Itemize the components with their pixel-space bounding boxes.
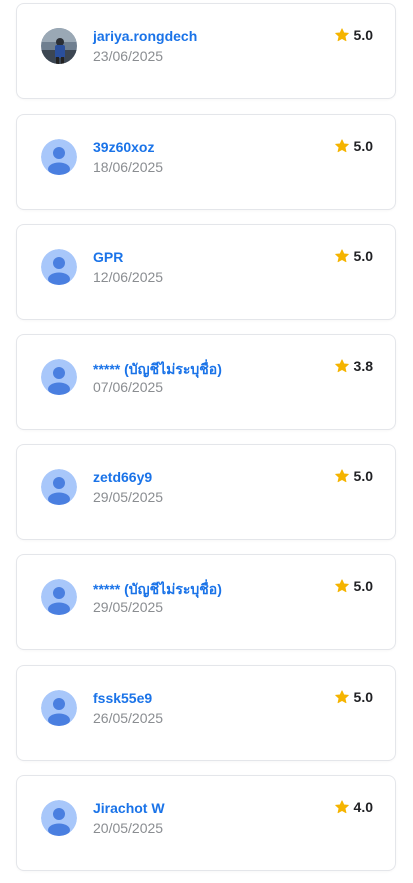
default-user-avatar[interactable] — [41, 800, 77, 836]
default-user-avatar[interactable] — [41, 469, 77, 505]
review-card: Jirachot W 20/05/2025 4.0 — [16, 775, 396, 871]
reviewer-name[interactable]: ***** (บัญชีไม่ระบุชื่อ) — [93, 359, 222, 381]
reviewer-name[interactable]: zetd66y9 — [93, 469, 152, 485]
default-user-avatar[interactable] — [41, 249, 77, 285]
star-icon — [334, 27, 350, 43]
review-date: 23/06/2025 — [93, 48, 164, 64]
rating-value: 5.0 — [353, 468, 373, 484]
star-icon — [334, 138, 350, 154]
star-icon — [334, 689, 350, 705]
review-date: 29/05/2025 — [93, 599, 164, 615]
rating-value: 3.8 — [353, 358, 373, 374]
reviewer-name[interactable]: 39z60xoz — [93, 139, 154, 155]
star-icon — [334, 578, 350, 594]
rating-value: 5.0 — [353, 138, 373, 154]
rating: 3.8 — [334, 358, 373, 374]
review-date: 12/06/2025 — [93, 269, 164, 285]
default-user-avatar[interactable] — [41, 359, 77, 395]
review-date: 26/05/2025 — [93, 710, 164, 726]
star-icon — [334, 248, 350, 264]
user-photo-avatar[interactable] — [41, 28, 77, 64]
default-user-avatar[interactable] — [41, 690, 77, 726]
review-card: jariya.rongdech 23/06/2025 5.0 — [16, 3, 396, 99]
review-card: ***** (บัญชีไม่ระบุชื่อ) 07/06/2025 3.8 — [16, 334, 396, 430]
rating: 5.0 — [334, 468, 373, 484]
reviewer-name[interactable]: ***** (บัญชีไม่ระบุชื่อ) — [93, 579, 222, 601]
rating-value: 5.0 — [353, 248, 373, 264]
reviewer-name[interactable]: Jirachot W — [93, 800, 165, 816]
rating: 5.0 — [334, 27, 373, 43]
review-card: fssk55e9 26/05/2025 5.0 — [16, 665, 396, 761]
rating: 5.0 — [334, 689, 373, 705]
star-icon — [334, 468, 350, 484]
reviewer-name[interactable]: fssk55e9 — [93, 690, 152, 706]
review-card: GPR 12/06/2025 5.0 — [16, 224, 396, 320]
reviewer-name[interactable]: jariya.rongdech — [93, 28, 197, 44]
review-date: 29/05/2025 — [93, 489, 164, 505]
default-user-avatar[interactable] — [41, 579, 77, 615]
star-icon — [334, 799, 350, 815]
default-user-avatar[interactable] — [41, 139, 77, 175]
review-list: jariya.rongdech 23/06/2025 5.0 39z60xoz … — [0, 0, 413, 883]
review-card: 39z60xoz 18/06/2025 5.0 — [16, 114, 396, 210]
reviewer-name[interactable]: GPR — [93, 249, 123, 265]
rating-value: 5.0 — [353, 27, 373, 43]
review-date: 07/06/2025 — [93, 379, 164, 395]
rating: 5.0 — [334, 248, 373, 264]
rating-value: 4.0 — [353, 799, 373, 815]
review-date: 20/05/2025 — [93, 820, 164, 836]
star-icon — [334, 358, 350, 374]
rating: 5.0 — [334, 138, 373, 154]
review-card: zetd66y9 29/05/2025 5.0 — [16, 444, 396, 540]
rating-value: 5.0 — [353, 578, 373, 594]
rating: 4.0 — [334, 799, 373, 815]
rating: 5.0 — [334, 578, 373, 594]
rating-value: 5.0 — [353, 689, 373, 705]
review-card: ***** (บัญชีไม่ระบุชื่อ) 29/05/2025 5.0 — [16, 554, 396, 650]
review-date: 18/06/2025 — [93, 159, 164, 175]
